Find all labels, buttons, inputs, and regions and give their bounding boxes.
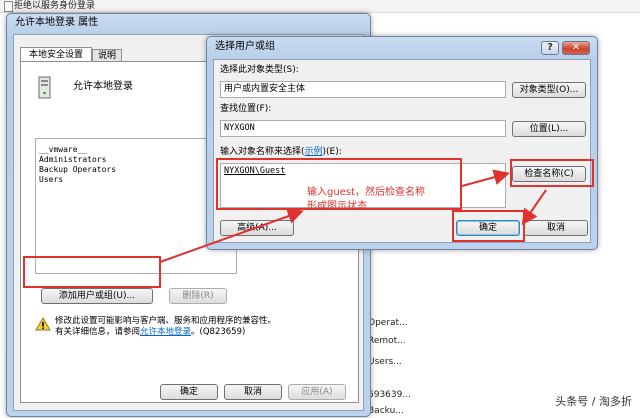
arrow-add-to-names xyxy=(159,208,304,263)
watermark: 头条号 / 淘多折 xyxy=(555,395,632,408)
annotation-arrows xyxy=(159,169,547,263)
arrow-to-check-names xyxy=(461,169,510,187)
arrow-to-ok xyxy=(521,189,547,226)
